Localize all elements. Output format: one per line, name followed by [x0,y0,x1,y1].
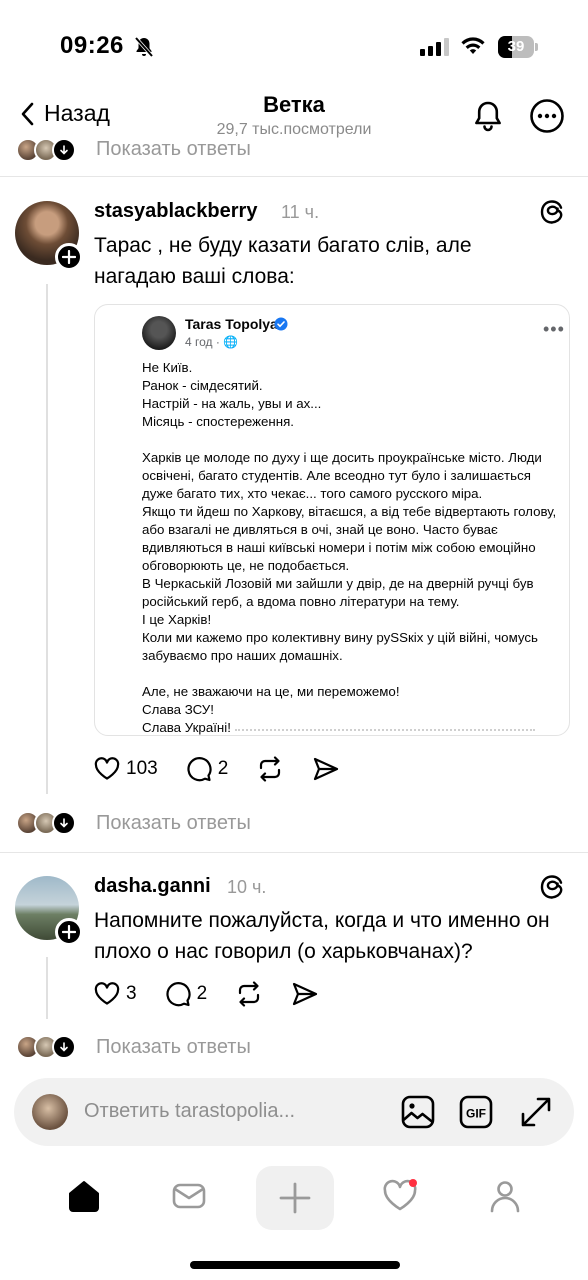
thread-line [46,957,48,1019]
post-time: 11 ч. [281,202,320,222]
arrow-down-icon [52,1035,76,1059]
like-count: 103 [126,758,158,779]
profile-icon[interactable] [487,1178,523,1219]
post-text: Напомните пожалуйста, когда и что именно… [94,909,550,963]
reply-avatars [16,811,76,835]
attachment-body: Не Київ. Ранок - сімдесятий. Настрій - н… [142,360,557,735]
plus-icon [279,1182,311,1214]
comment-button[interactable]: 2 [165,981,208,1007]
avatar [32,1094,68,1130]
battery-level: 39 [507,38,525,55]
post-text: Тарас , не буду казати багато слів, але … [94,234,472,288]
notifications-bell-icon[interactable] [470,98,506,139]
repost-icon [260,756,281,782]
threads-logo-icon[interactable] [539,874,565,905]
comment-icon [166,982,191,1007]
status-time: 09:26 [60,32,124,59]
verified-badge-icon [274,317,288,336]
follow-plus-icon[interactable] [55,243,83,271]
more-options-icon[interactable] [529,98,565,139]
share-button[interactable] [291,981,319,1007]
thread-line [46,284,48,794]
threads-logo-icon[interactable] [539,199,565,230]
show-replies-link[interactable]: Показать ответы [96,812,251,835]
activity-heart-icon[interactable] [382,1178,420,1219]
like-button[interactable]: 3 [94,982,137,1006]
show-replies-link[interactable]: Показать ответы [96,1036,251,1059]
gallery-icon[interactable] [400,1094,436,1135]
repost-icon [239,981,260,1007]
comment-button[interactable]: 2 [186,756,229,782]
reply-input[interactable]: Ответить tarastopolia... [84,1100,295,1123]
comment-count: 2 [196,983,208,1004]
arrow-down-icon [52,140,76,162]
heart-icon [94,757,120,780]
inbox-icon[interactable] [171,1178,207,1219]
repost-button[interactable] [256,756,284,782]
svg-text:GIF: GIF [466,1107,486,1121]
follow-plus-icon[interactable] [55,918,83,946]
battery-icon: 39 [498,36,538,58]
post-username[interactable]: stasyablackberry [94,200,257,223]
post-actions: 3 2 [94,981,347,1007]
send-icon [293,982,318,1006]
cellular-signal-icon [420,38,449,56]
home-indicator [190,1261,400,1269]
show-replies-link[interactable]: Показать ответы [96,140,251,161]
status-bar: 09:26 39 [0,0,588,92]
share-button[interactable] [312,756,340,782]
divider [0,852,588,853]
reply-avatars [16,1035,76,1059]
reply-avatars [16,140,76,162]
expand-icon[interactable] [518,1094,554,1135]
comment-count: 2 [217,758,229,779]
wifi-icon [460,36,486,61]
home-icon[interactable] [66,1178,102,1219]
repost-button[interactable] [235,981,263,1007]
compose-button[interactable] [256,1166,334,1230]
more-dots-icon: ••• [543,319,565,339]
send-icon [314,757,339,781]
previous-replies-row[interactable]: Показать ответы [0,140,588,176]
arrow-down-icon [52,811,76,835]
attachment-meta: 4 год · 🌐 [185,335,239,349]
attachment-author: Taras Topolya [185,316,278,332]
avatar [142,316,176,350]
divider [0,176,588,177]
divider [235,729,535,735]
post-attachment-image[interactable]: Taras Topolya 4 год · 🌐 ••• Не Київ. Ран… [94,304,570,736]
post-username[interactable]: dasha.ganni [94,875,211,898]
heart-icon [94,982,120,1005]
post-actions: 103 2 [94,756,368,782]
bottom-tab-bar [0,1160,588,1240]
like-button[interactable]: 103 [94,757,158,781]
gif-icon[interactable]: GIF [458,1094,494,1135]
like-count: 3 [126,983,137,1004]
reply-composer[interactable]: Ответить tarastopolia... GIF [14,1078,574,1146]
bell-off-icon [134,36,154,63]
post-time: 10 ч. [227,877,267,897]
comment-icon [187,757,212,782]
